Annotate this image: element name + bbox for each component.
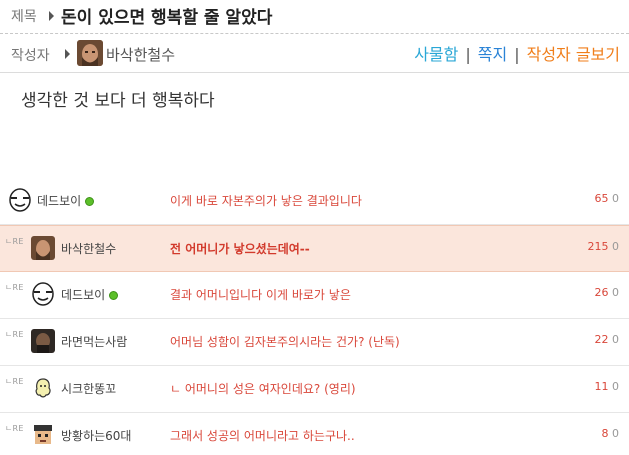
comment-list: 데드보이 이게 바로 자본주의가 낳은 결과입니다 65 0 ㄴRE 바삭한철수… xyxy=(0,178,629,455)
comment-row: ㄴRE 방황하는60대 그래서 성공의 어머니라고 하는구나.. 8 0 xyxy=(0,413,629,455)
message-link[interactable]: 쪽지 xyxy=(478,45,507,64)
comment-author[interactable]: 데드보이 xyxy=(37,192,95,209)
post-author-row: 작성자 바삭한철수 사물함 | 쪽지 | 작성자 글보기 xyxy=(0,34,629,73)
comment-row: ㄴRE 데드보이 결과 어머니입니다 이게 바로가 낳은 26 0 xyxy=(0,272,629,319)
comment-votes: 65 0 xyxy=(595,192,620,205)
dislike-count: 0 xyxy=(612,240,619,253)
comment-votes: 26 0 xyxy=(595,286,620,299)
comment-author[interactable]: 데드보이 xyxy=(61,286,119,303)
comment-author[interactable]: 바삭한철수 xyxy=(61,240,116,257)
author-label: 작성자 xyxy=(11,48,50,64)
link-separator: | xyxy=(465,45,471,64)
dislike-count: 0 xyxy=(612,380,619,393)
comment-row: 데드보이 이게 바로 자본주의가 낳은 결과입니다 65 0 xyxy=(0,178,629,225)
comment-text[interactable]: ㄴ 어머니의 성은 여자인데요? (영리) xyxy=(170,380,356,397)
link-separator: | xyxy=(514,45,520,64)
gift-box-link[interactable]: 사물함 xyxy=(414,45,458,64)
avatar[interactable] xyxy=(31,423,55,447)
comment-votes: 11 0 xyxy=(595,380,620,393)
comment-row: ㄴRE 시크한똥꼬 ㄴ 어머니의 성은 여자인데요? (영리) 11 0 xyxy=(0,366,629,413)
comment-text[interactable]: 결과 어머니입니다 이게 바로가 낳은 xyxy=(170,286,351,303)
online-status-icon xyxy=(85,197,95,206)
like-count: 26 xyxy=(594,286,609,299)
avatar[interactable] xyxy=(8,188,32,212)
post-title-row: 제목 돈이 있으면 행복할 줄 알았다 xyxy=(0,0,629,34)
online-status-icon xyxy=(109,291,119,300)
author-posts-link[interactable]: 작성자 글보기 xyxy=(527,45,620,64)
dislike-count: 0 xyxy=(612,427,619,440)
comment-row: ㄴRE 바삭한철수 전 어머니가 낳으셨는데여-- 215 0 xyxy=(0,225,629,272)
avatar[interactable] xyxy=(31,236,55,260)
reply-icon: ㄴRE xyxy=(5,330,24,339)
reply-icon: ㄴRE xyxy=(5,237,24,246)
author-avatar[interactable] xyxy=(77,40,103,66)
comment-text[interactable]: 어머님 성함이 김자본주의시라는 건가? (난독) xyxy=(170,333,400,350)
comment-votes: 215 0 xyxy=(588,240,620,253)
avatar[interactable] xyxy=(31,282,55,306)
reply-icon: ㄴRE xyxy=(5,424,24,433)
avatar[interactable] xyxy=(31,376,55,400)
comment-text[interactable]: 그래서 성공의 어머니라고 하는구나.. xyxy=(170,427,355,444)
comment-author[interactable]: 시크한똥꼬 xyxy=(61,380,116,397)
avatar[interactable] xyxy=(31,329,55,353)
title-label: 제목 xyxy=(11,9,37,25)
triangle-right-icon xyxy=(65,49,70,59)
post-title: 돈이 있으면 행복할 줄 알았다 xyxy=(61,8,273,28)
dislike-count: 0 xyxy=(612,333,619,346)
like-count: 11 xyxy=(594,380,609,393)
reply-icon: ㄴRE xyxy=(5,377,24,386)
like-count: 65 xyxy=(594,192,609,205)
triangle-right-icon xyxy=(49,11,54,21)
comment-text[interactable]: 전 어머니가 낳으셨는데여-- xyxy=(170,240,310,257)
like-count: 8 xyxy=(601,427,609,440)
like-count: 215 xyxy=(587,240,609,253)
author-name[interactable]: 바삭한철수 xyxy=(106,44,175,65)
comment-votes: 8 0 xyxy=(602,427,620,440)
comment-votes: 22 0 xyxy=(595,333,620,346)
post-content: 생각한 것 보다 더 행복하다 xyxy=(21,91,215,111)
comment-author[interactable]: 라면먹는사람 xyxy=(61,333,127,350)
dislike-count: 0 xyxy=(612,192,619,205)
author-links: 사물함 | 쪽지 | 작성자 글보기 xyxy=(414,41,620,65)
reply-icon: ㄴRE xyxy=(5,283,24,292)
comment-author[interactable]: 방황하는60대 xyxy=(61,427,131,444)
like-count: 22 xyxy=(594,333,609,346)
dislike-count: 0 xyxy=(612,286,619,299)
comment-row: ㄴRE 라면먹는사람 어머님 성함이 김자본주의시라는 건가? (난독) 22 … xyxy=(0,319,629,366)
comment-text[interactable]: 이게 바로 자본주의가 낳은 결과입니다 xyxy=(170,192,362,209)
